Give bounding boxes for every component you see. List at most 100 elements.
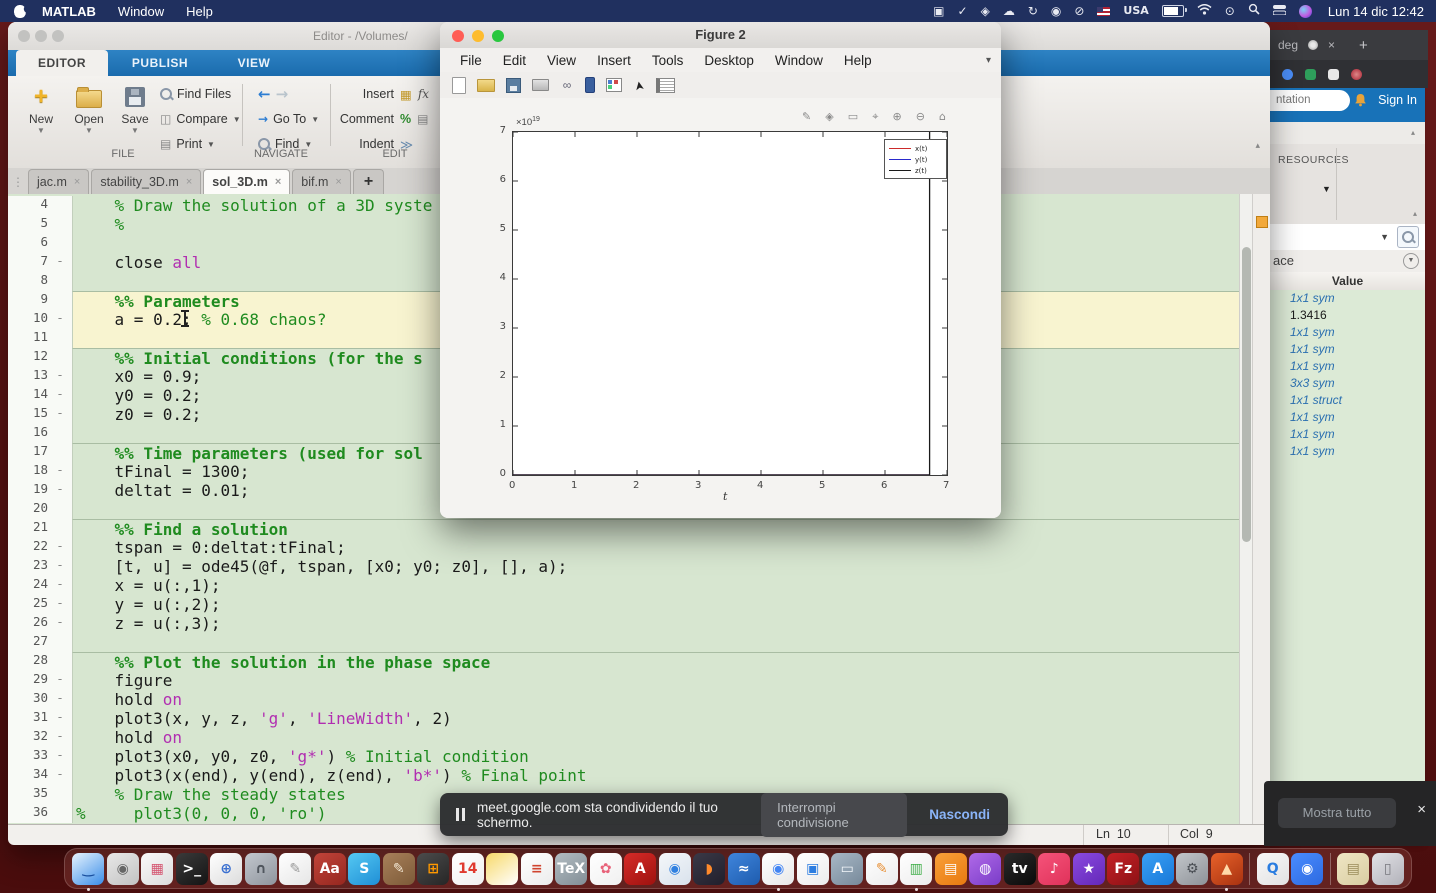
open-button[interactable]: Open ▼ — [66, 82, 112, 154]
chevron-down-icon[interactable]: ▼ — [1380, 232, 1389, 242]
code-line-31[interactable]: 31- plot3(x, y, z, 'g', 'LineWidth', 2) — [8, 709, 1240, 728]
plot-axes[interactable] — [512, 131, 948, 476]
legend-entry[interactable]: y(t) — [889, 154, 943, 165]
apple-menu-icon[interactable] — [14, 4, 26, 18]
zoom-button[interactable] — [52, 30, 64, 42]
dock-item-downloads[interactable]: ▤ — [1337, 852, 1370, 885]
battery-icon[interactable] — [1161, 5, 1187, 17]
code-line-25[interactable]: 25- y = u(:,2); — [8, 595, 1240, 614]
code-line-23[interactable]: 23- [t, u] = ode45(@f, tspan, [x0; y0; z… — [8, 557, 1240, 576]
close-tab-icon[interactable]: × — [1328, 38, 1335, 52]
extension-icon[interactable] — [1328, 68, 1339, 80]
clock-icon[interactable]: ⊙ — [1225, 0, 1235, 22]
close-button[interactable] — [452, 30, 464, 42]
code-text[interactable]: z = u(:,3); — [72, 614, 1240, 633]
hide-banner-button[interactable]: Nascondi — [929, 807, 1008, 822]
dock-item-apple-tv[interactable]: tv — [1003, 852, 1036, 885]
code-line-29[interactable]: 29- figure — [8, 671, 1240, 690]
code-line-24[interactable]: 24- x = u(:,1); — [8, 576, 1240, 595]
new-button[interactable]: + New ▼ — [18, 82, 64, 154]
flag-usa-icon[interactable] — [1097, 6, 1111, 16]
workspace-value-cell[interactable]: 1x1 sym — [1270, 341, 1425, 358]
avatar[interactable] — [1351, 68, 1362, 80]
property-inspector-icon[interactable] — [656, 77, 675, 93]
plot-legend[interactable]: x(t) y(t) z(t) — [884, 139, 947, 179]
insert-colorbar-icon[interactable] — [585, 77, 595, 93]
figure-menu-file[interactable]: File — [460, 53, 482, 68]
folder-search-bar[interactable]: ▼ — [1270, 224, 1425, 251]
editor-tab-stability_3D-m[interactable]: stability_3D.m × — [91, 169, 202, 194]
code-text[interactable]: tspan = 0:deltat:tFinal; — [72, 538, 1240, 557]
dock-item-quicktime[interactable]: Q — [1256, 852, 1289, 885]
extension-icon[interactable] — [1305, 68, 1316, 80]
value-column-header[interactable]: Value — [1270, 272, 1425, 291]
siri-icon[interactable] — [1298, 4, 1312, 18]
dock-item-tex[interactable]: TeX — [555, 852, 588, 885]
record-icon[interactable]: ◉ — [1051, 0, 1061, 22]
code-line-33[interactable]: 33- plot3(x0, y0, z0, 'g*') % Initial co… — [8, 747, 1240, 766]
colorbar-icon[interactable]: ▭ — [848, 110, 858, 124]
code-text[interactable]: [t, u] = ode45(@f, tspan, [x0; y0; z0], … — [72, 557, 1240, 576]
insert-legend-icon[interactable] — [606, 78, 622, 92]
spotlight-icon[interactable] — [1248, 0, 1260, 22]
code-line-32[interactable]: 32- hold on — [8, 728, 1240, 747]
workspace-value-cell[interactable]: 1x1 struct — [1270, 392, 1425, 409]
dnd-icon[interactable]: ⊘ — [1074, 0, 1084, 22]
code-text[interactable]: %% Find a solution — [72, 519, 1240, 539]
dock-item-music[interactable]: ♪ — [1038, 852, 1071, 885]
sync-app-icon[interactable]: ↻ — [1028, 0, 1038, 22]
code-text[interactable]: hold on — [72, 690, 1240, 709]
go-to-button[interactable]: → Go To ▼ — [258, 109, 319, 129]
code-line-22[interactable]: 22- tspan = 0:deltat:tFinal; — [8, 538, 1240, 557]
dock-item-openoffice[interactable]: ≈ — [727, 852, 760, 885]
dock-item-books[interactable]: ▤ — [934, 852, 967, 885]
cloud-upload-icon[interactable]: ☁ — [1003, 0, 1015, 22]
code-text[interactable]: figure — [72, 671, 1240, 690]
find-files-button[interactable]: Find Files — [160, 84, 231, 104]
code-text[interactable]: %% Plot the solution in the phase space — [72, 652, 1240, 672]
dock-item-textedit[interactable]: ✎ — [279, 852, 312, 885]
menubar-item-window[interactable]: Window — [118, 4, 164, 19]
workspace-value-cell[interactable]: 1x1 sym — [1270, 358, 1425, 375]
new-tab-icon[interactable]: + — [1359, 37, 1368, 54]
dock-item-matlab[interactable]: ▲ — [1210, 852, 1243, 891]
dock-item-safari[interactable]: ◉ — [658, 852, 691, 885]
link-plot-icon[interactable]: ∞ — [560, 79, 574, 91]
new-figure-icon[interactable] — [452, 76, 466, 94]
code-line-26[interactable]: 26- z = u(:,3); — [8, 614, 1240, 633]
dock-item-html-globe[interactable]: ⊕ — [210, 852, 243, 885]
menu-overflow-icon[interactable]: ▾ — [986, 55, 1001, 66]
print-figure-icon[interactable] — [532, 79, 549, 91]
dock-item-numbers[interactable]: ▥ — [900, 852, 933, 891]
close-tab-icon[interactable]: × — [74, 170, 80, 194]
dock-item-terminal[interactable]: >_ — [175, 852, 208, 885]
forward-arrow-icon[interactable]: → — [276, 85, 289, 103]
dock-item-trash[interactable]: ▯ — [1371, 852, 1404, 885]
dock-item-keynote[interactable]: ▣ — [796, 852, 829, 885]
figure-titlebar[interactable]: Figure 2 — [440, 22, 1001, 49]
menubar-clock[interactable]: Lun 14 dic 12:42 — [1328, 4, 1436, 19]
code-text[interactable]: plot3(x0, y0, z0, 'g*') % Initial condit… — [72, 747, 1240, 766]
collapse-icon[interactable]: ▴ — [1413, 209, 1417, 218]
ribbon-tab-editor[interactable]: EDITOR — [16, 50, 108, 76]
dock-item-dictionary[interactable]: Aa — [313, 852, 346, 885]
home-icon[interactable]: ⌂ — [939, 110, 946, 124]
sign-in-link[interactable]: Sign In — [1378, 93, 1417, 107]
code-text[interactable]: plot3(x(end), y(end), z(end), 'b*') % Fi… — [72, 766, 1240, 785]
dock-item-calendar[interactable]: 14 — [451, 852, 484, 885]
workspace-value-cell[interactable]: 1x1 sym — [1270, 426, 1425, 443]
dock-item-calculator[interactable]: ⊞ — [417, 852, 450, 885]
dock-item-app-store[interactable]: A — [1141, 852, 1174, 885]
editor-tab-bif-m[interactable]: bif.m × — [292, 169, 351, 194]
code-line-21[interactable]: 21 %% Find a solution — [8, 519, 1240, 539]
dropbox-icon[interactable]: ◈ — [981, 0, 990, 22]
ribbon-tab-publish[interactable]: PUBLISH — [108, 50, 212, 76]
minimize-button[interactable] — [35, 30, 47, 42]
dock-item-notes[interactable] — [486, 852, 519, 885]
compare-button[interactable]: ◫ Compare ▼ — [160, 109, 241, 129]
editor-scrollbar[interactable] — [1239, 194, 1253, 824]
chevron-down-icon[interactable]: ▼ — [1322, 184, 1331, 194]
figure-menu-tools[interactable]: Tools — [652, 53, 684, 68]
zoom-in-icon[interactable]: ⊕ — [892, 110, 901, 124]
code-line-30[interactable]: 30- hold on — [8, 690, 1240, 709]
